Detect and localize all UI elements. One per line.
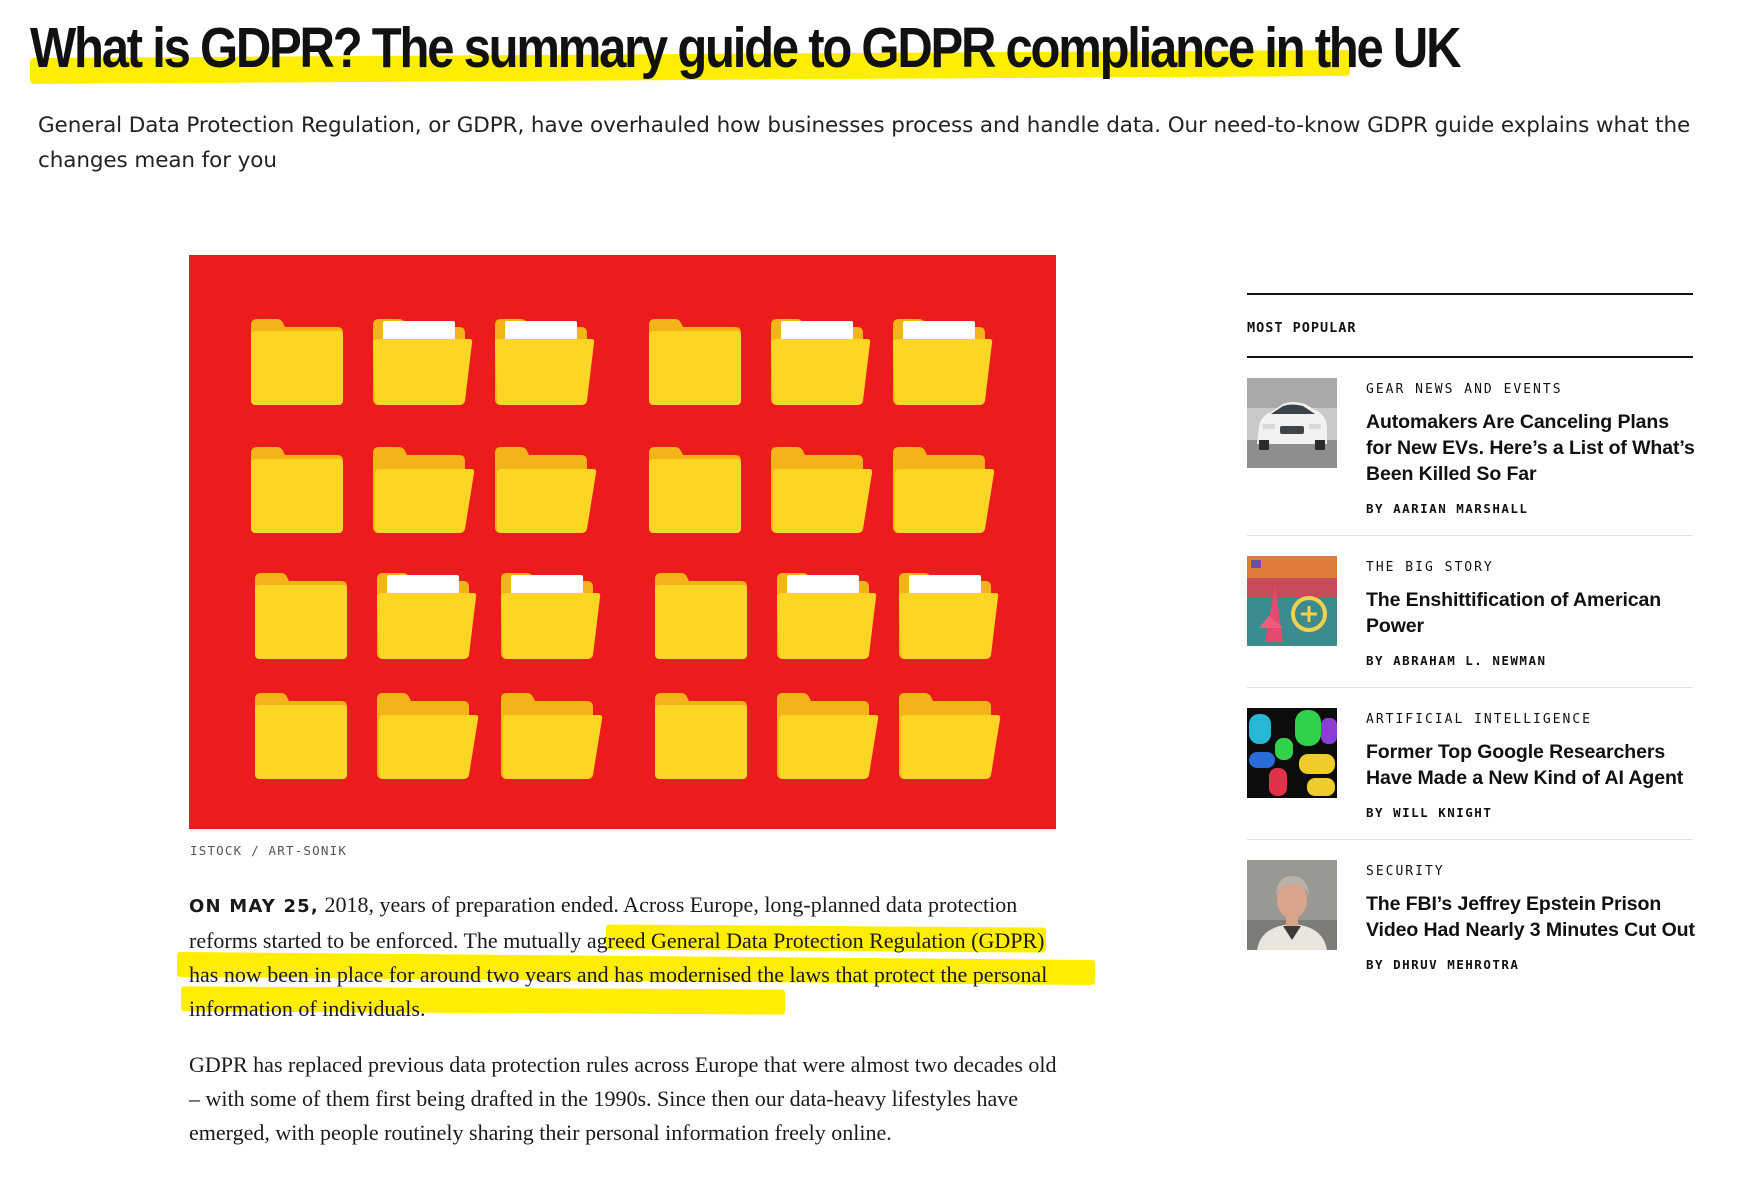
image-caption: ISTOCK / ART-SONIK	[190, 843, 348, 858]
story-headline[interactable]: The FBI’s Jeffrey Epstein Prison Video H…	[1366, 891, 1696, 943]
story-headline[interactable]: The Enshittification of American Power	[1366, 587, 1696, 639]
folder-icon	[495, 447, 597, 533]
story-byline: BY ABRAHAM L. NEWMAN	[1366, 653, 1547, 668]
folder-icon	[893, 319, 993, 405]
folder-icon	[251, 319, 343, 405]
lead-in-text: ON MAY 25,	[189, 896, 319, 917]
story-headline[interactable]: Former Top Google Researchers Have Made …	[1366, 739, 1696, 791]
story-headline[interactable]: Automakers Are Canceling Plans for New E…	[1366, 409, 1696, 487]
story-kicker[interactable]: GEAR NEWS AND EVENTS	[1366, 382, 1696, 397]
story-thumbnail-code[interactable]	[1247, 708, 1337, 798]
folder-icon	[771, 447, 873, 533]
folder-icon	[255, 693, 347, 779]
popular-story[interactable]: ARTIFICIAL INTELLIGENCE Former Top Googl…	[1247, 688, 1693, 840]
story-kicker[interactable]: THE BIG STORY	[1366, 560, 1696, 575]
article-subtitle: General Data Protection Regulation, or G…	[38, 113, 1691, 173]
sidebar-heading: MOST POPULAR	[1247, 320, 1357, 336]
page-title: What is GDPR? The summary guide to GDPR …	[30, 16, 1461, 80]
folder-icon	[377, 693, 479, 779]
article-body: ON MAY 25, 2018, years of preparation en…	[176, 888, 1096, 1172]
most-popular-sidebar: MOST POPULAR GEAR NEWS AND EVENTS Automa…	[1247, 293, 1696, 991]
hero-image-folders	[189, 255, 1056, 829]
folder-icon	[501, 693, 603, 779]
folder-icon	[373, 447, 475, 533]
folder-icon	[373, 319, 473, 405]
folder-icon	[655, 693, 747, 779]
story-thumbnail-illustration[interactable]	[1247, 556, 1337, 646]
folder-icon	[501, 573, 601, 659]
folder-icon	[649, 319, 741, 405]
folder-icon	[899, 693, 1001, 779]
folder-icon	[771, 319, 871, 405]
popular-story[interactable]: THE BIG STORY The Enshittification of Am…	[1247, 536, 1693, 688]
article-header: What is GDPR? The summary guide to GDPR …	[29, 12, 1692, 85]
story-byline: BY DHRUV MEHROTRA	[1366, 957, 1520, 972]
folder-icon	[649, 447, 741, 533]
folder-icon	[893, 447, 995, 533]
story-byline: BY WILL KNIGHT	[1366, 805, 1493, 820]
folder-icon	[777, 573, 877, 659]
folder-icon	[777, 693, 879, 779]
folder-icon	[899, 573, 999, 659]
story-kicker[interactable]: ARTIFICIAL INTELLIGENCE	[1366, 712, 1696, 727]
popular-story[interactable]: SECURITY The FBI’s Jeffrey Epstein Priso…	[1247, 840, 1696, 991]
folders-illustration	[251, 319, 1001, 779]
folder-icon	[255, 573, 347, 659]
article-paragraph: ON MAY 25, 2018, years of preparation en…	[189, 888, 1059, 1026]
story-kicker[interactable]: SECURITY	[1366, 864, 1696, 879]
story-byline: BY AARIAN MARSHALL	[1366, 501, 1529, 516]
story-thumbnail-portrait[interactable]	[1247, 860, 1337, 950]
story-thumbnail-car[interactable]	[1247, 378, 1337, 468]
popular-story[interactable]: GEAR NEWS AND EVENTS Automakers Are Canc…	[1247, 358, 1696, 536]
folder-icon	[251, 447, 343, 533]
folder-icon	[495, 319, 595, 405]
folder-icon	[377, 573, 477, 659]
folder-icon	[655, 573, 747, 659]
article-paragraph: GDPR has replaced previous data protecti…	[189, 1052, 1057, 1145]
